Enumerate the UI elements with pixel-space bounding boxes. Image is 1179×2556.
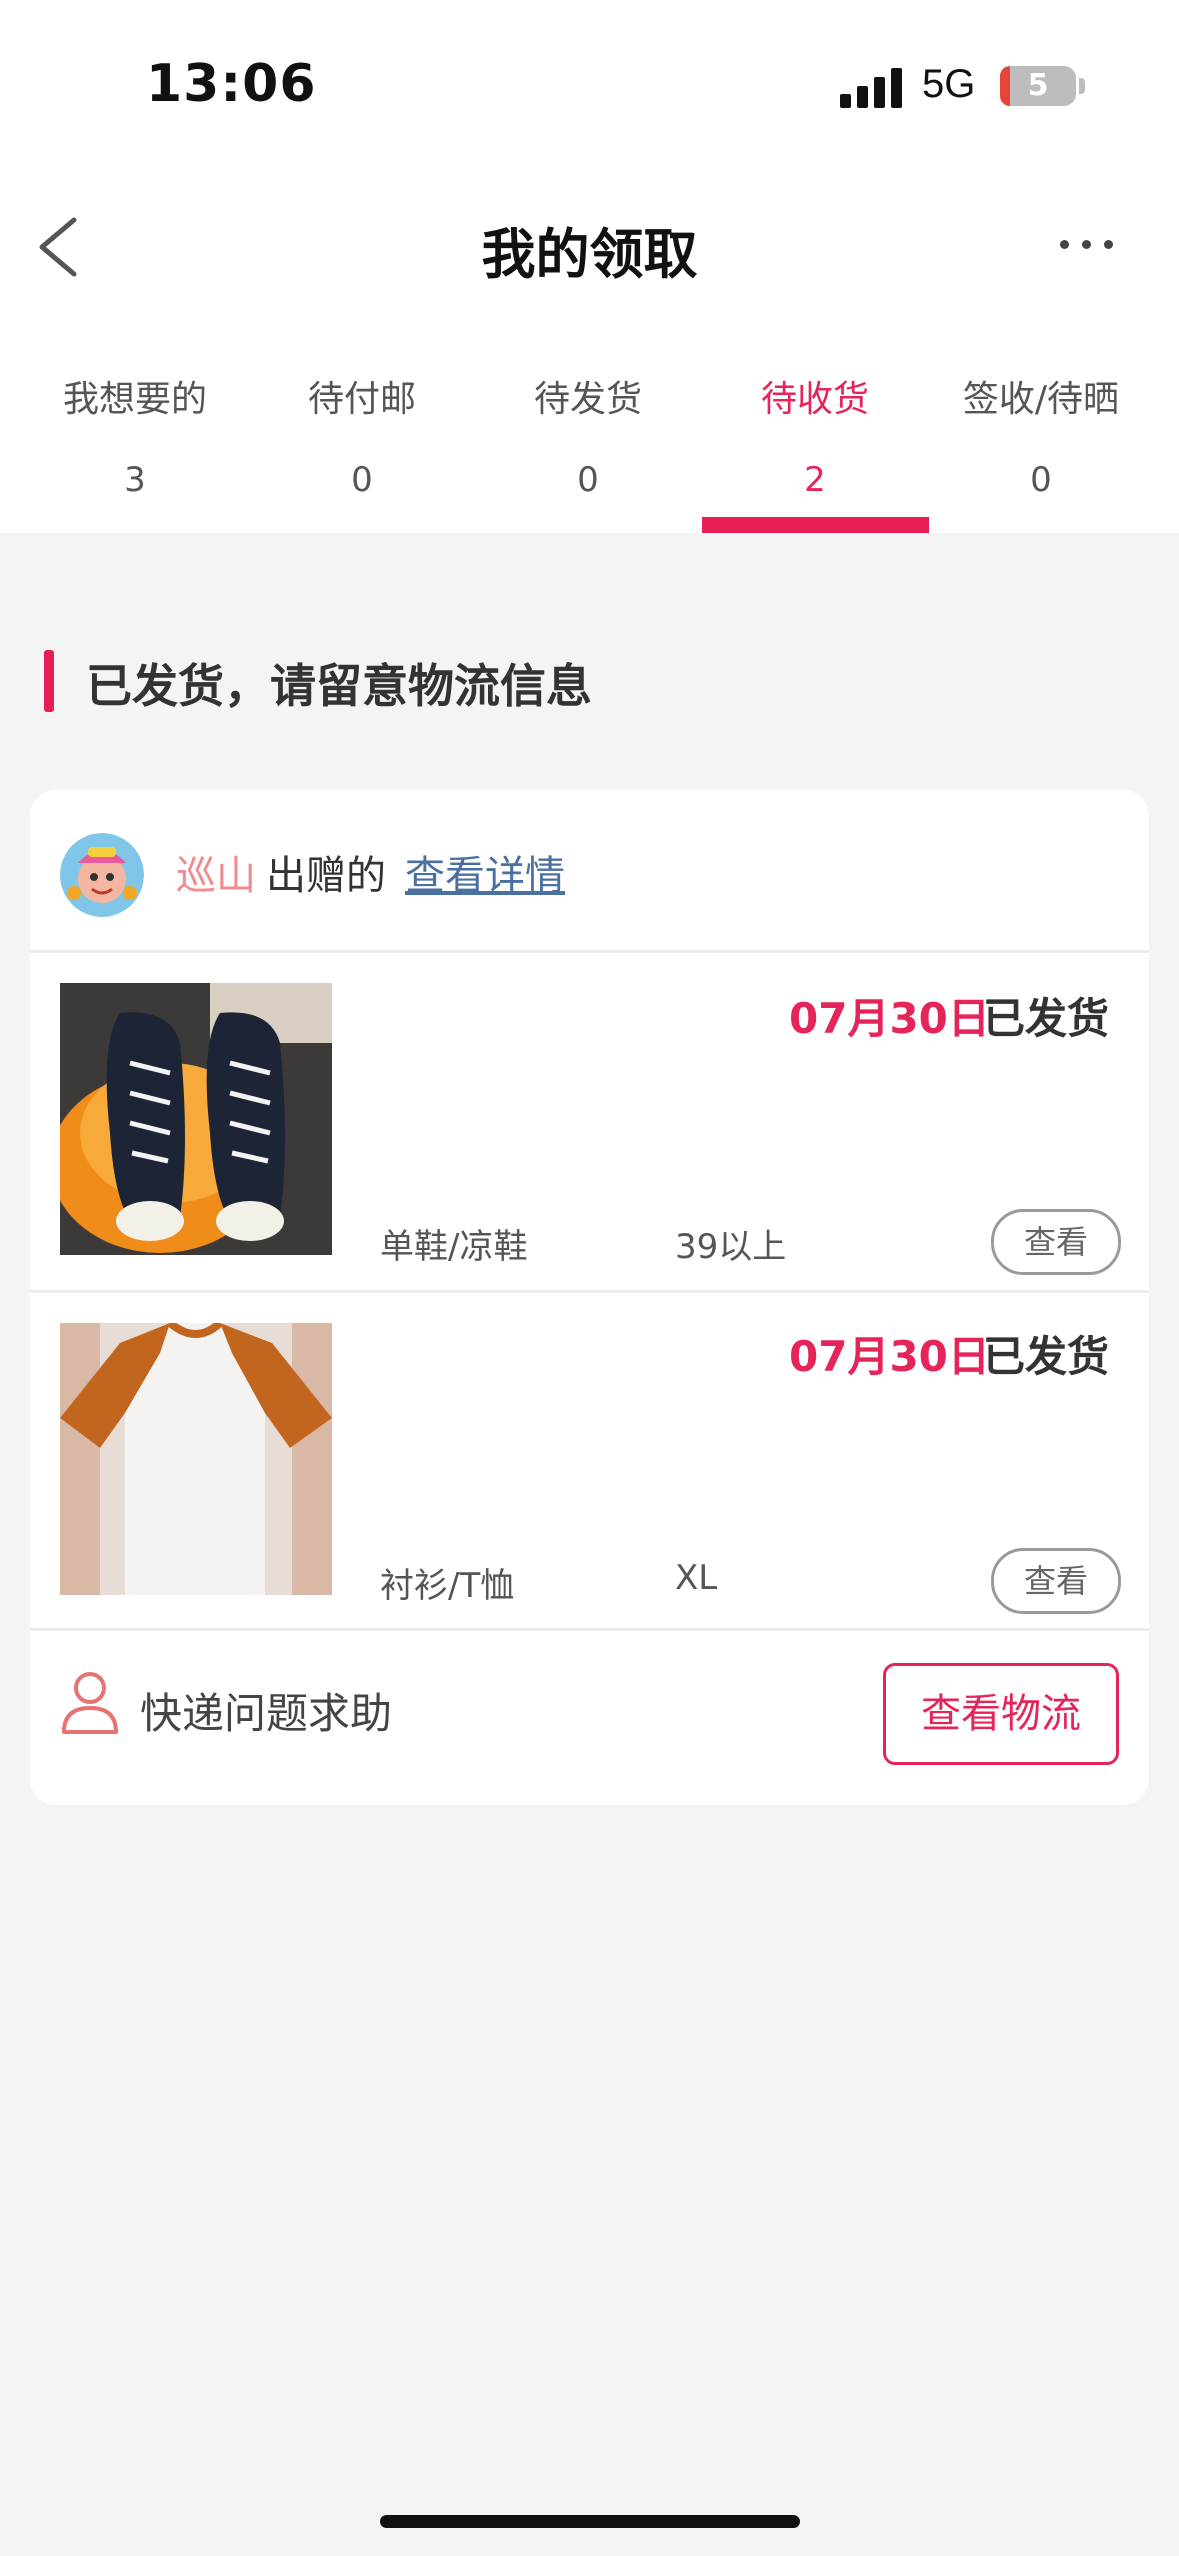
status-tabs: 我想要的 3 待付邮 0 待发货 0 待收货 2 签收/待晒 0 [0, 360, 1179, 533]
donor-avatar[interactable] [60, 833, 144, 917]
item-image-sneakers[interactable] [60, 983, 332, 1255]
signal-icon [840, 66, 902, 108]
item-category: 衬衫/T恤 [380, 1566, 515, 1606]
divider [30, 1290, 1149, 1293]
divider [30, 1628, 1149, 1631]
tab-count: 2 [804, 460, 826, 500]
divider [30, 950, 1149, 953]
donor-name[interactable]: 巡山 [176, 843, 256, 901]
home-indicator[interactable] [380, 2515, 800, 2528]
tab-count: 3 [124, 460, 146, 500]
tab-pending-shipment[interactable]: 待发货 0 [475, 360, 701, 533]
view-item-button[interactable]: 查看 [991, 1209, 1121, 1275]
tab-label: 待发货 [533, 379, 642, 420]
battery-icon: 5 [1000, 66, 1076, 106]
ship-date: 07月30日 [789, 994, 990, 1043]
more-button[interactable] [1058, 230, 1114, 260]
item-category: 单鞋/凉鞋 [380, 1227, 528, 1267]
tab-count: 0 [1030, 460, 1052, 500]
view-item-button[interactable]: 查看 [991, 1548, 1121, 1614]
tab-label: 签收/待晒 [962, 379, 1120, 420]
tab-count: 0 [577, 460, 599, 500]
ship-status: 已发货 [983, 994, 1110, 1043]
tab-label: 我想要的 [62, 379, 207, 420]
view-logistics-button[interactable]: 查看物流 [883, 1663, 1119, 1765]
tab-label: 待付邮 [307, 379, 416, 420]
order-card [30, 790, 1149, 1805]
item-size: 39以上 [675, 1227, 787, 1267]
donor-suffix: 出赠的 [266, 853, 386, 899]
tab-pending-postage[interactable]: 待付邮 0 [249, 360, 475, 533]
tab-signed[interactable]: 签收/待晒 0 [928, 360, 1154, 533]
item-size: XL [675, 1558, 718, 1598]
courier-help-link[interactable]: 快递问题求助 [140, 1680, 392, 1741]
more-dots-icon [1060, 240, 1069, 249]
ship-status: 已发货 [983, 1332, 1110, 1381]
section-title: 已发货，请留意物流信息 [86, 659, 592, 713]
ship-date: 07月30日 [789, 1332, 990, 1381]
battery-cap [1079, 78, 1085, 94]
tab-count: 0 [351, 460, 373, 500]
battery-level: 5 [1027, 68, 1049, 103]
network-label: 5G [922, 62, 976, 106]
section-accent-bar [44, 650, 54, 712]
item-image-tshirt[interactable] [60, 1323, 332, 1595]
view-detail-link[interactable]: 查看详情 [405, 843, 565, 901]
status-time: 13:06 [146, 54, 317, 114]
tab-wanted[interactable]: 我想要的 3 [22, 360, 248, 533]
page-title: 我的领取 [481, 223, 698, 286]
tab-pending-receipt[interactable]: 待收货 2 [702, 360, 928, 533]
active-tab-indicator [702, 517, 929, 533]
tab-label: 待收货 [760, 379, 869, 420]
person-icon[interactable] [60, 1670, 120, 1734]
